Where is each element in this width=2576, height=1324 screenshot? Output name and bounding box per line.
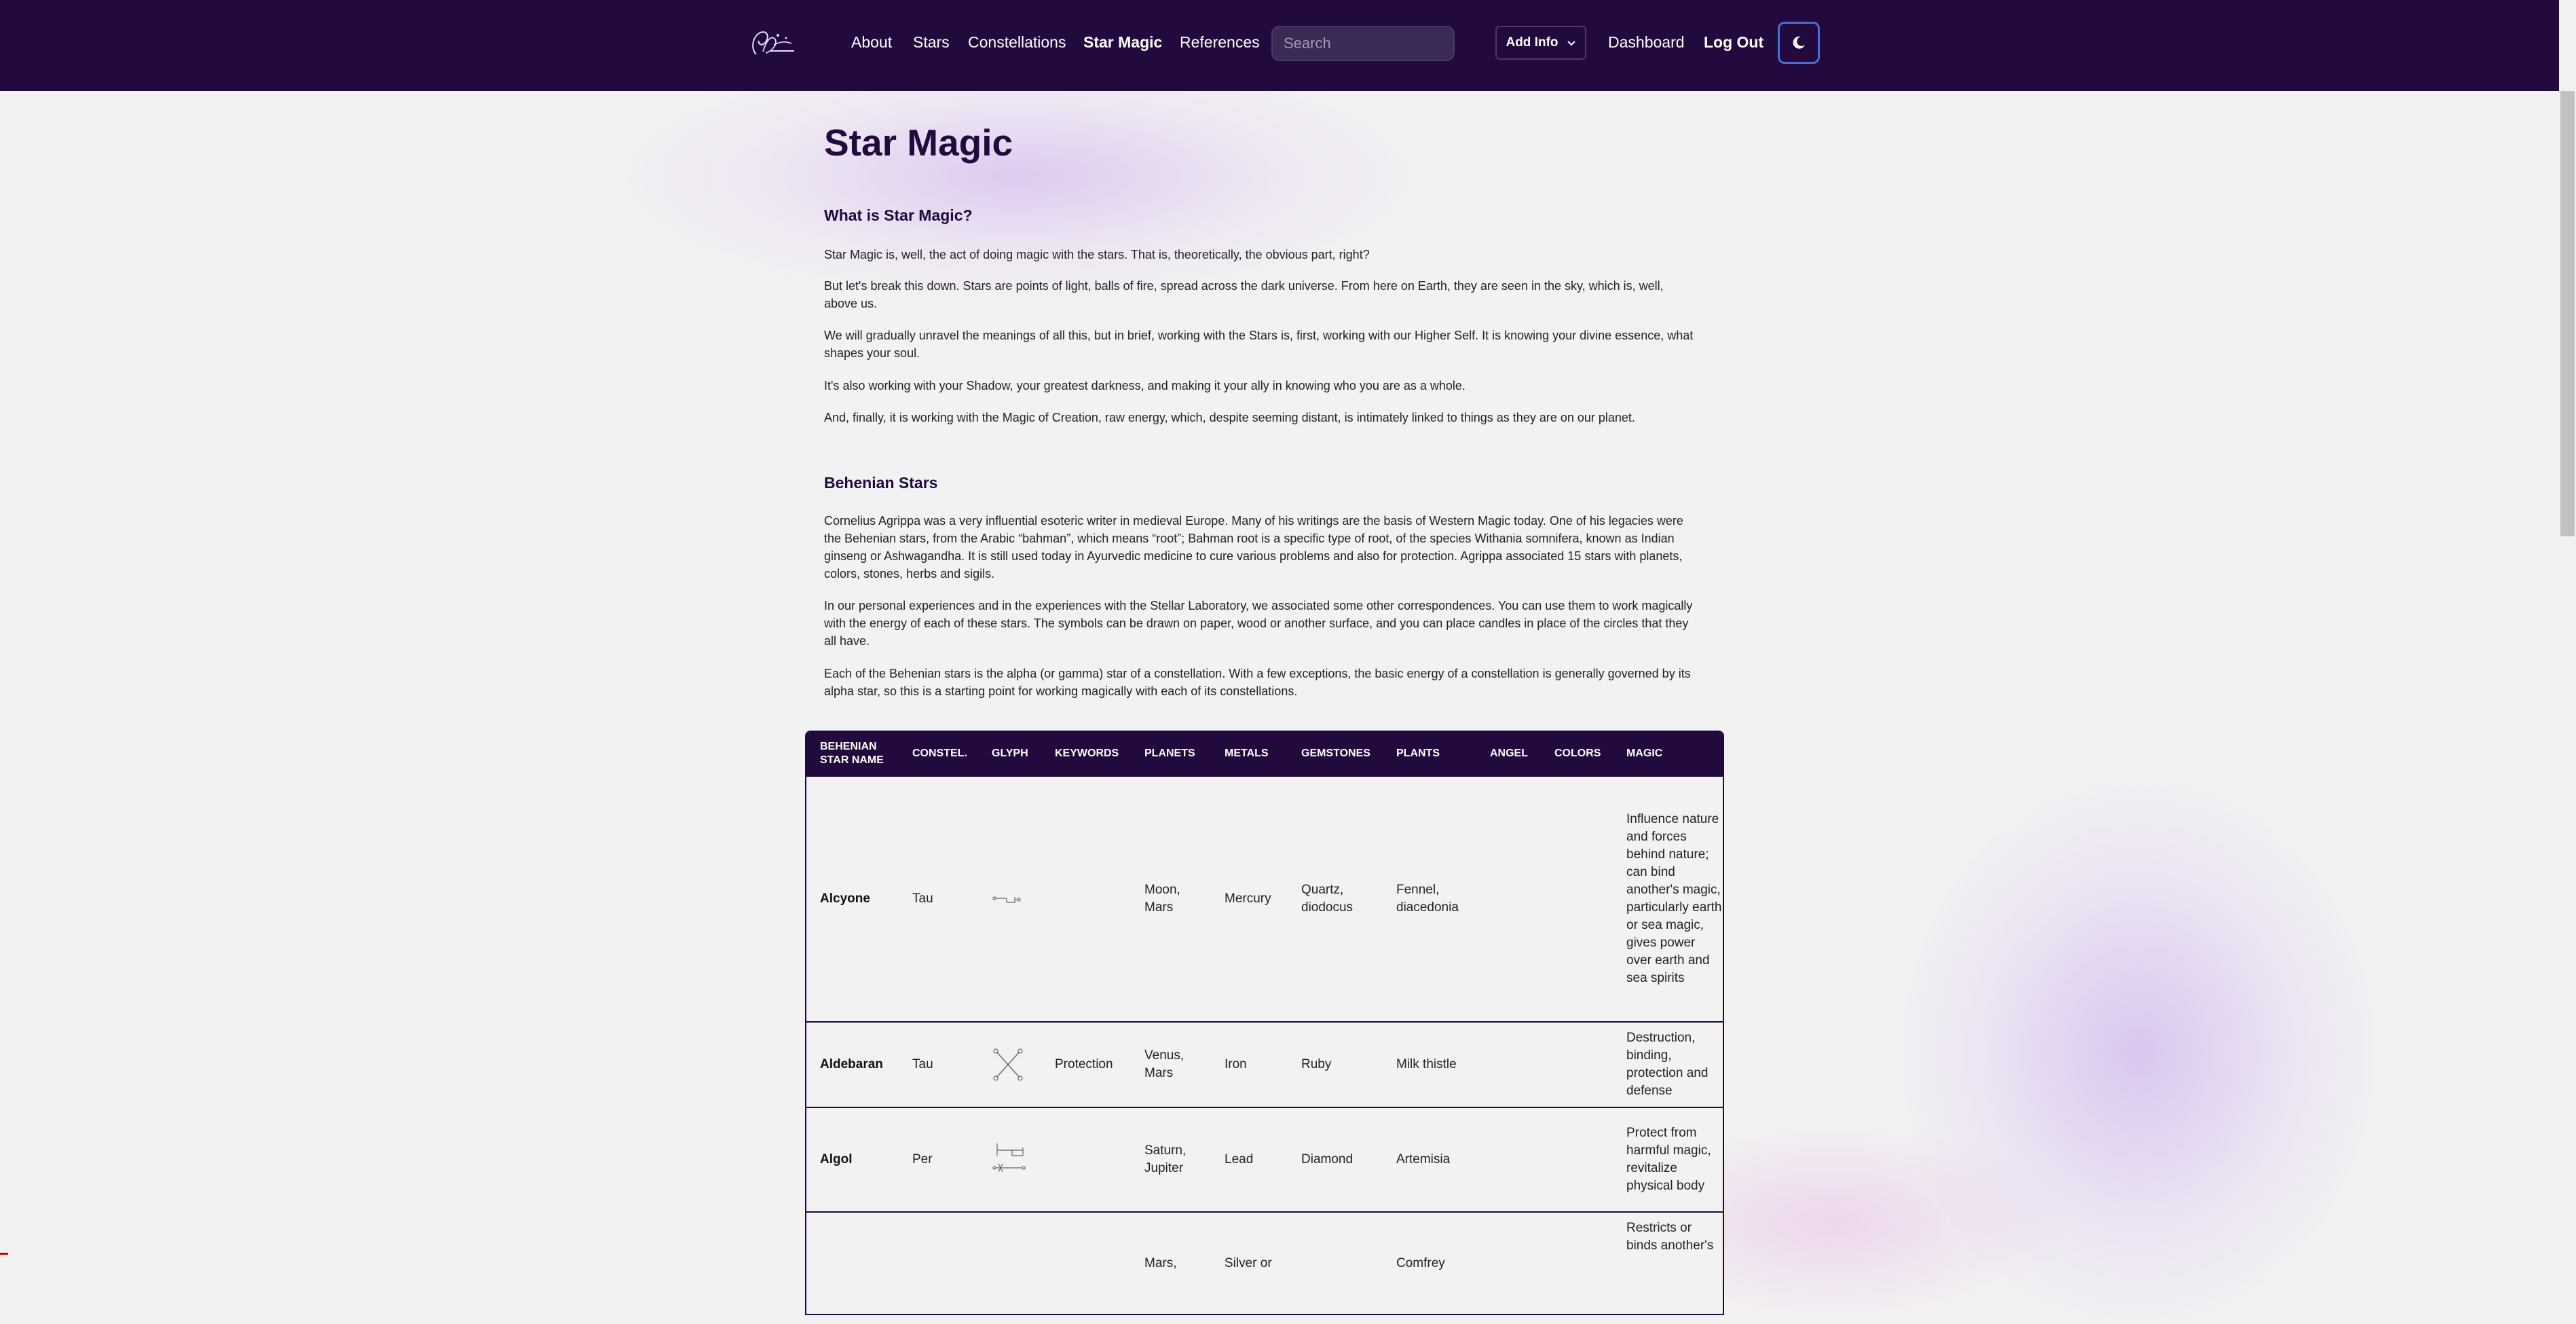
column-header: Magic (1613, 732, 1723, 776)
plants-cell: Comfrey (1383, 1211, 1476, 1314)
aldebaran-glyph-icon (993, 1048, 1023, 1081)
angel-cell (1476, 1021, 1541, 1107)
nav-link-stars[interactable]: Stars (913, 30, 950, 54)
paragraph: And, finally, it is working with the Mag… (824, 411, 1635, 424)
column-header: Plants (1383, 732, 1476, 776)
angel-cell (1476, 1211, 1541, 1314)
planets-cell: Venus, Mars (1131, 1021, 1211, 1107)
algol-glyph-icon (992, 1143, 1026, 1173)
planets-cell: Saturn, Jupiter (1131, 1107, 1211, 1212)
keywords-cell (1041, 1107, 1131, 1212)
metals-cell: Iron (1211, 1021, 1288, 1107)
keywords-cell (1041, 1211, 1131, 1314)
colors-cell (1541, 1021, 1613, 1107)
plants-cell: Artemisia (1383, 1107, 1476, 1212)
plants-cell: Fennel, diacedonia (1383, 775, 1476, 1022)
star-name-cell: Algol (806, 1107, 899, 1212)
magic-cell: Restricts or binds another's (1613, 1211, 1723, 1314)
angel-cell (1476, 775, 1541, 1022)
column-header: Metals (1211, 732, 1288, 776)
add-info-label: Add Info (1506, 35, 1558, 50)
paragraph: Star Magic is, well, the act of doing ma… (824, 248, 1370, 261)
section-heading-behenian-stars: Behenian Stars (824, 474, 938, 492)
gemstones-cell: Diamond (1288, 1107, 1383, 1212)
logout-button[interactable]: Log Out (1704, 30, 1763, 54)
column-header: Behenian Star Name (806, 732, 899, 776)
keywords-cell: Protection (1041, 1021, 1131, 1107)
moon-icon (1793, 36, 1805, 49)
chevron-down-icon (1567, 41, 1575, 46)
table-header-row: Behenian Star Name Constel. Glyph Keywor… (806, 732, 1723, 776)
glyph-cell (978, 1021, 1041, 1107)
constellation-cell (899, 1211, 978, 1314)
column-header: Angel (1476, 732, 1541, 776)
table-row: Alcyone Tau Moon, Mars Mercury Quartz, d… (806, 775, 1723, 1022)
column-header: Constel. (899, 732, 978, 776)
colors-cell (1541, 1107, 1613, 1212)
nav-link-constellations[interactable]: Constellations (968, 30, 1066, 54)
search-input[interactable] (1271, 26, 1455, 61)
magic-cell: Protect from harmful magic, revitalize p… (1613, 1107, 1723, 1212)
gemstones-cell (1288, 1211, 1383, 1314)
table-row: Algol Per Saturn, Jupiter Lead Diamond A… (806, 1107, 1723, 1212)
metals-cell: Silver or (1211, 1211, 1288, 1314)
column-header: Planets (1131, 732, 1211, 776)
nav-link-references[interactable]: References (1180, 30, 1260, 54)
metals-cell: Mercury (1211, 775, 1288, 1022)
colors-cell (1541, 1211, 1613, 1314)
edge-marker (0, 1253, 8, 1255)
angel-cell (1476, 1107, 1541, 1212)
page-title: Star Magic (824, 122, 1013, 164)
column-header: Glyph (978, 732, 1041, 776)
star-name-cell: Alcyone (806, 775, 899, 1022)
constellation-cell: Tau (899, 1021, 978, 1107)
constellation-cell: Per (899, 1107, 978, 1212)
add-info-dropdown[interactable]: Add Info (1495, 26, 1586, 60)
nav-link-about[interactable]: About (851, 30, 892, 54)
glyph-cell (978, 1211, 1041, 1314)
keywords-cell (1041, 775, 1131, 1022)
magic-cell: Influence nature and forces behind natur… (1613, 775, 1723, 1022)
planets-cell: Mars, (1131, 1211, 1211, 1314)
column-header: Colors (1541, 732, 1613, 776)
gemstones-cell: Quartz, diodocus (1288, 775, 1383, 1022)
behenian-stars-table: Behenian Star Name Constel. Glyph Keywor… (805, 731, 1724, 1315)
magic-cell: Destruction, binding, protection and def… (1613, 1021, 1723, 1107)
alcyone-glyph-icon (992, 896, 1021, 903)
section-heading-what-is-star-magic: What is Star Magic? (824, 206, 973, 224)
constellation-cell: Tau (899, 775, 978, 1022)
gemstones-cell: Ruby (1288, 1021, 1383, 1107)
glyph-cell (978, 775, 1041, 1022)
glyph-cell (978, 1107, 1041, 1212)
site-logo[interactable] (747, 24, 801, 62)
paragraph: Each of the Behenian stars is the alpha … (824, 667, 1691, 698)
nav-link-dashboard[interactable]: Dashboard (1608, 30, 1685, 54)
column-header: Gemstones (1288, 732, 1383, 776)
paragraph: We will gradually unravel the meanings o… (824, 329, 1694, 360)
colors-cell (1541, 775, 1613, 1022)
nav-link-star-magic[interactable]: Star Magic (1083, 30, 1162, 54)
theme-toggle-button[interactable] (1778, 22, 1820, 64)
table-row: Mars, Silver or Comfrey Restricts or bin… (806, 1211, 1723, 1314)
table-row: Aldebaran Tau Protection Venus, Mars Iro… (806, 1021, 1723, 1107)
paragraph: It's also working with your Shadow, your… (824, 379, 1466, 392)
background-glow (1901, 781, 2376, 1324)
page-scrollbar-thumb[interactable] (2560, 91, 2575, 536)
paragraph: Cornelius Agrippa was a very influential… (824, 514, 1683, 581)
column-header: Keywords (1041, 732, 1131, 776)
plants-cell: Milk thistle (1383, 1021, 1476, 1107)
metals-cell: Lead (1211, 1107, 1288, 1212)
top-navbar: About Stars Constellations Star Magic Re… (0, 0, 2559, 91)
star-name-cell: Aldebaran (806, 1021, 899, 1107)
planets-cell: Moon, Mars (1131, 775, 1211, 1022)
star-name-cell (806, 1211, 899, 1314)
paragraph: In our personal experiences and in the e… (824, 599, 1693, 648)
paragraph: But let's break this down. Stars are poi… (824, 279, 1664, 310)
